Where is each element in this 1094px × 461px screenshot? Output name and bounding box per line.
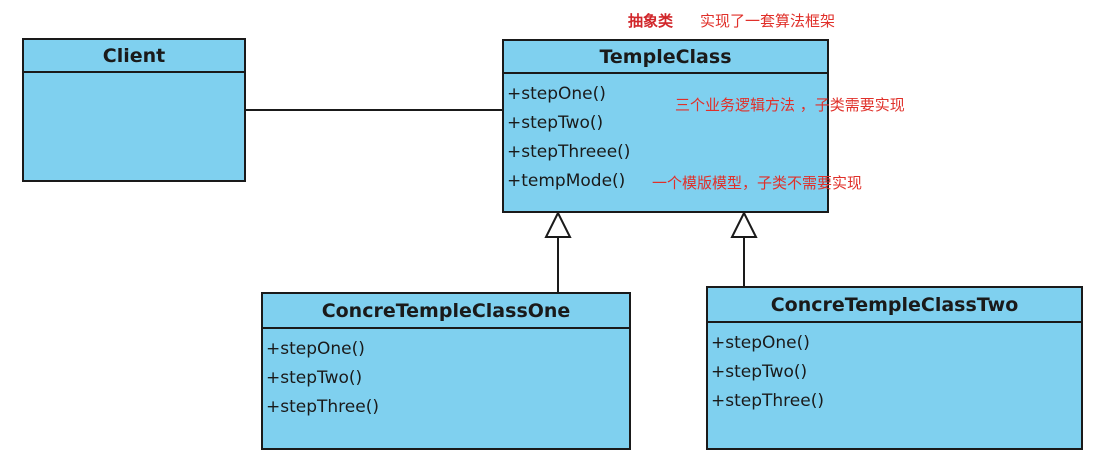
uml-diagram-canvas: Client TempleClass +stepOne() +stepTwo()… (0, 0, 1094, 461)
method-step-three: +stepThreee() (507, 142, 631, 162)
class-concrete-one[interactable]: ConcreTempleClassOne +stepOne() +stepTwo… (261, 292, 631, 450)
class-concrete-two-methods: +stepOne() +stepTwo() +stepThree() (708, 323, 1081, 416)
class-client-body (24, 73, 244, 79)
method-step-two: +stepTwo() (711, 362, 808, 382)
method-step-one: +stepOne() (711, 333, 810, 353)
framework-note: 实现了一套算法框架 (700, 12, 836, 30)
class-client-name: Client (24, 40, 244, 73)
class-concrete-one-methods: +stepOne() +stepTwo() +stepThree() (263, 329, 629, 422)
method-step-one: +stepOne() (266, 339, 365, 359)
class-concrete-two-name: ConcreTempleClassTwo (708, 288, 1081, 323)
inheritance-arrowhead-one (544, 210, 572, 238)
business-methods-note: 三个业务逻辑方法 ，子类需要实现 (675, 96, 905, 114)
abstract-class-label: 抽象类 (628, 12, 674, 30)
method-step-two: +stepTwo() (266, 368, 363, 388)
method-step-three: +stepThree() (711, 391, 824, 411)
class-temple-class-name: TempleClass (504, 41, 827, 74)
method-step-three: +stepThree() (266, 397, 379, 417)
class-client[interactable]: Client (22, 38, 246, 182)
class-concrete-two[interactable]: ConcreTempleClassTwo +stepOne() +stepTwo… (706, 286, 1083, 450)
class-concrete-one-name: ConcreTempleClassOne (263, 294, 629, 329)
template-method-note: 一个模版模型，子类不需要实现 (652, 174, 863, 192)
inheritance-arrowhead-two (730, 210, 758, 238)
